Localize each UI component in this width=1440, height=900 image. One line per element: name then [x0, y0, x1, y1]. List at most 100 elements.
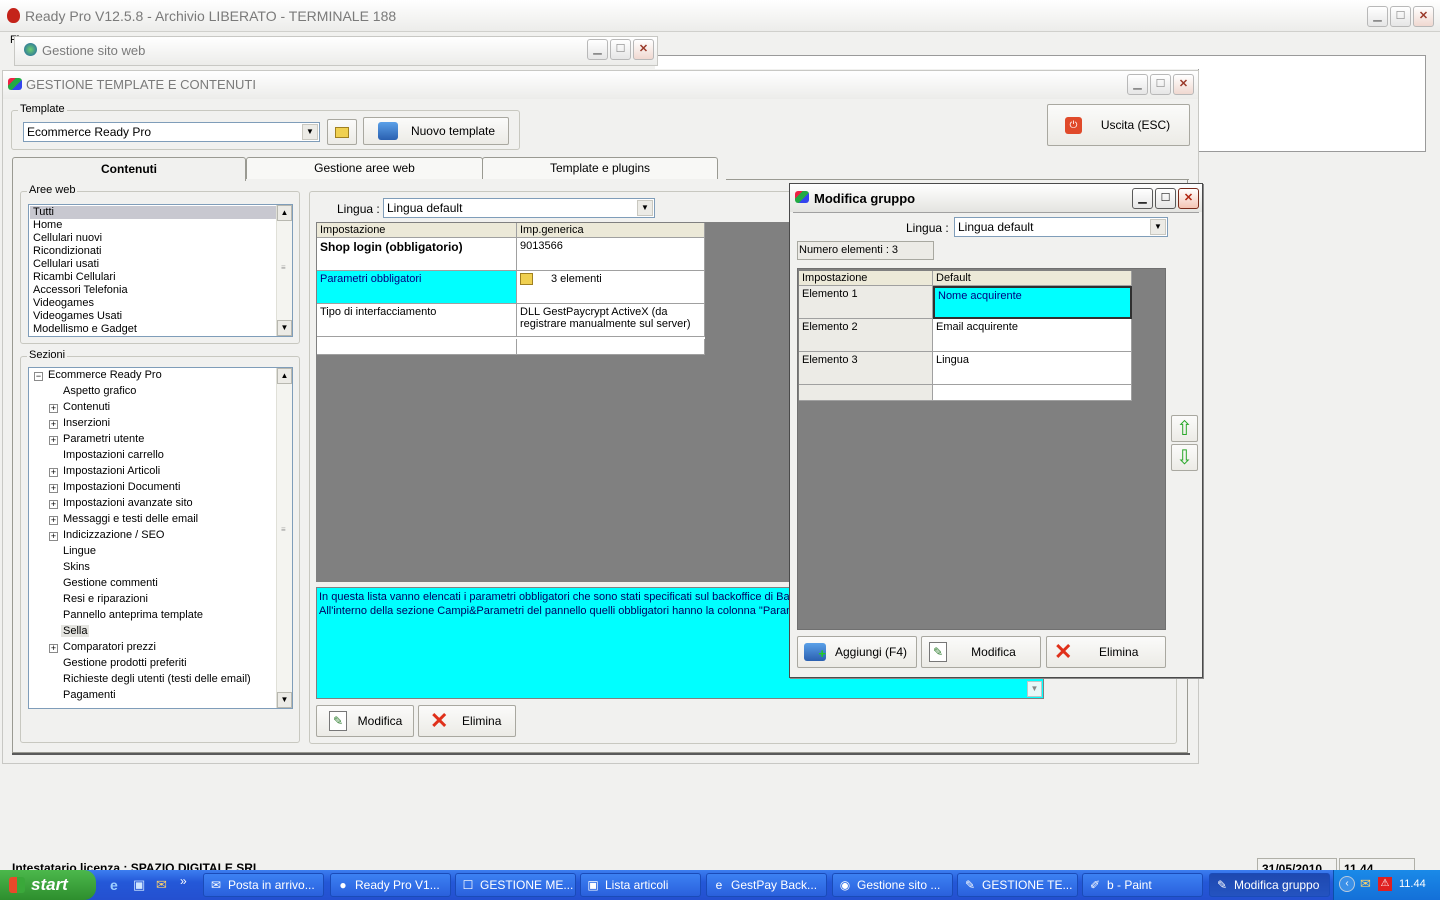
- template-maximize-button[interactable]: ☐: [1150, 74, 1171, 95]
- site-maximize-button[interactable]: ☐: [610, 39, 631, 60]
- chevron-down-icon[interactable]: ▼: [1150, 219, 1166, 235]
- tree-item[interactable]: Impostazioni Articoli: [63, 465, 160, 477]
- dialog-close-button[interactable]: ✕: [1178, 188, 1199, 209]
- site-close-button[interactable]: ✕: [633, 39, 654, 60]
- taskbar-item[interactable]: ● Ready Pro V1...: [330, 873, 451, 897]
- tree-item[interactable]: Messaggi e testi delle email: [63, 513, 198, 525]
- description-scroll-icon[interactable]: ▼: [1027, 681, 1042, 697]
- tree-item[interactable]: Pagamenti: [63, 689, 116, 701]
- scroll-down-icon[interactable]: ▼: [277, 320, 292, 336]
- tree-item[interactable]: Resi e riparazioni: [63, 593, 148, 605]
- expand-icon[interactable]: +: [49, 532, 58, 541]
- tray-expand-icon[interactable]: ‹: [1339, 876, 1355, 892]
- chevron-down-icon[interactable]: ▼: [637, 200, 653, 216]
- aree-web-item[interactable]: Modellismo e Gadget: [30, 323, 276, 336]
- tab-contenuti[interactable]: Contenuti: [12, 157, 246, 181]
- tree-item[interactable]: Impostazioni carrello: [63, 449, 164, 461]
- tray-clock[interactable]: 11.44: [1399, 878, 1426, 890]
- dialog-delete-button[interactable]: ✕ Elimina: [1046, 636, 1166, 668]
- grid-cell-value[interactable]: DLL GestPaycrypt ActiveX (da registrare …: [517, 304, 705, 337]
- site-minimize-button[interactable]: ▁: [587, 39, 608, 60]
- dialog-modify-button[interactable]: ✎ Modifica: [921, 636, 1041, 668]
- taskbar-item[interactable]: e GestPay Back...: [706, 873, 827, 897]
- tray-antivirus-icon[interactable]: ⚠: [1378, 877, 1392, 891]
- expand-icon[interactable]: +: [49, 484, 58, 493]
- move-up-button[interactable]: ⇧: [1171, 415, 1198, 442]
- grid-cell-setting[interactable]: Parametri obbligatori: [317, 271, 517, 304]
- tree-item[interactable]: Pannello anteprima template: [63, 609, 203, 621]
- dialog-minimize-button[interactable]: ▁: [1132, 188, 1153, 209]
- grid-cell-setting[interactable]: Tipo di interfacciamento: [317, 304, 517, 337]
- expand-icon[interactable]: +: [49, 500, 58, 509]
- delete-button[interactable]: ✕ Elimina: [418, 705, 516, 737]
- template-close-button[interactable]: ✕: [1173, 74, 1194, 95]
- tab-gestione-aree-web[interactable]: Gestione aree web: [246, 157, 483, 179]
- scroll-down-icon[interactable]: ▼: [277, 692, 292, 708]
- aree-web-item[interactable]: Home: [30, 219, 276, 232]
- tree-item[interactable]: Gestione prodotti preferiti: [63, 657, 187, 669]
- taskbar-item[interactable]: ✎ GESTIONE TE...: [957, 873, 1078, 897]
- tree-item[interactable]: Richieste degli utenti (testi delle emai…: [63, 673, 251, 685]
- dialog-grid[interactable]: Impostazione Default Elemento 1 Nome acqu…: [798, 270, 1133, 402]
- aree-web-item[interactable]: Ricambi Cellulari: [30, 271, 276, 284]
- scroll-grip-icon[interactable]: ≡: [281, 263, 286, 272]
- main-minimize-button[interactable]: ▁: [1367, 6, 1388, 27]
- dialog-cell-setting[interactable]: Elemento 2: [799, 319, 933, 352]
- taskbar-item[interactable]: ◉ Gestione sito ...: [832, 873, 953, 897]
- start-button[interactable]: start: [0, 870, 96, 900]
- expand-icon[interactable]: +: [49, 420, 58, 429]
- expand-icon[interactable]: +: [49, 468, 58, 477]
- chevron-down-icon[interactable]: ▼: [302, 124, 318, 140]
- chevron-right-icon[interactable]: »: [180, 874, 187, 888]
- dialog-cell-value[interactable]: Email acquirente: [933, 319, 1132, 352]
- tree-item[interactable]: Impostazioni Documenti: [63, 481, 180, 493]
- dialog-cell-setting[interactable]: Elemento 3: [799, 352, 933, 385]
- aree-web-item[interactable]: Videogames: [30, 297, 276, 310]
- grid-cell-value[interactable]: 9013566: [517, 238, 705, 271]
- dialog-cell-setting[interactable]: Elemento 1: [799, 286, 933, 319]
- tree-item[interactable]: Parametri utente: [63, 433, 144, 445]
- aree-web-item[interactable]: Ricondizionati: [30, 245, 276, 258]
- main-maximize-button[interactable]: ☐: [1390, 6, 1411, 27]
- sezioni-tree[interactable]: − Ecommerce Ready Pro Aspetto grafico + Co…: [28, 367, 293, 709]
- move-down-button[interactable]: ⇩: [1171, 444, 1198, 471]
- tree-item[interactable]: Contenuti: [63, 401, 110, 413]
- template-select[interactable]: Ecommerce Ready Pro ▼: [23, 122, 320, 142]
- tree-item[interactable]: Gestione commenti: [63, 577, 158, 589]
- aree-web-item[interactable]: Videogames Usati: [30, 310, 276, 323]
- expand-icon[interactable]: +: [49, 516, 58, 525]
- tab-template-plugins[interactable]: Template e plugins: [482, 157, 718, 179]
- scroll-grip-icon[interactable]: ≡: [281, 525, 286, 534]
- explorer-icon[interactable]: ▣: [133, 877, 145, 893]
- sezioni-scrollbar[interactable]: ▲ ≡ ▼: [276, 368, 292, 708]
- ie-icon[interactable]: e: [110, 877, 118, 893]
- main-close-button[interactable]: ✕: [1413, 6, 1434, 27]
- new-template-button[interactable]: Nuovo template: [363, 117, 509, 145]
- taskbar-item[interactable]: ✎ Modifica gruppo: [1209, 873, 1330, 897]
- aree-web-item[interactable]: Tutti: [30, 206, 276, 219]
- lingua-select[interactable]: Lingua default ▼: [383, 198, 655, 218]
- taskbar-item[interactable]: ☐ GESTIONE ME...: [455, 873, 576, 897]
- modify-button[interactable]: ✎ Modifica: [316, 705, 414, 737]
- tree-item[interactable]: Impostazioni avanzate sito: [63, 497, 193, 509]
- outlook-icon[interactable]: ✉: [156, 877, 167, 893]
- collapse-icon[interactable]: −: [34, 372, 43, 381]
- aree-web-item[interactable]: Cellulari usati: [30, 258, 276, 271]
- tree-item[interactable]: Sella: [61, 625, 90, 637]
- tree-root[interactable]: Ecommerce Ready Pro: [48, 369, 162, 381]
- dialog-maximize-button[interactable]: ☐: [1155, 188, 1176, 209]
- dialog-lingua-select[interactable]: Lingua default ▼: [954, 217, 1168, 237]
- grid-cell-value[interactable]: 3 elementi: [517, 271, 705, 304]
- tree-item[interactable]: Lingue: [63, 545, 96, 557]
- scroll-up-icon[interactable]: ▲: [277, 205, 292, 221]
- settings-grid[interactable]: Impostazione Imp.generica Shop login (ob…: [316, 222, 706, 355]
- expand-icon[interactable]: +: [49, 436, 58, 445]
- tree-item[interactable]: Comparatori prezzi: [63, 641, 156, 653]
- expand-icon[interactable]: +: [49, 644, 58, 653]
- tray-mail-icon[interactable]: ✉: [1360, 876, 1371, 892]
- exit-button[interactable]: ⏻ Uscita (ESC): [1047, 104, 1190, 146]
- dialog-cell-value[interactable]: Lingua: [933, 352, 1132, 385]
- tree-item[interactable]: Indicizzazione / SEO: [63, 529, 165, 541]
- aree-web-item[interactable]: Cellulari nuovi: [30, 232, 276, 245]
- taskbar-item[interactable]: ✉ Posta in arrivo...: [203, 873, 324, 897]
